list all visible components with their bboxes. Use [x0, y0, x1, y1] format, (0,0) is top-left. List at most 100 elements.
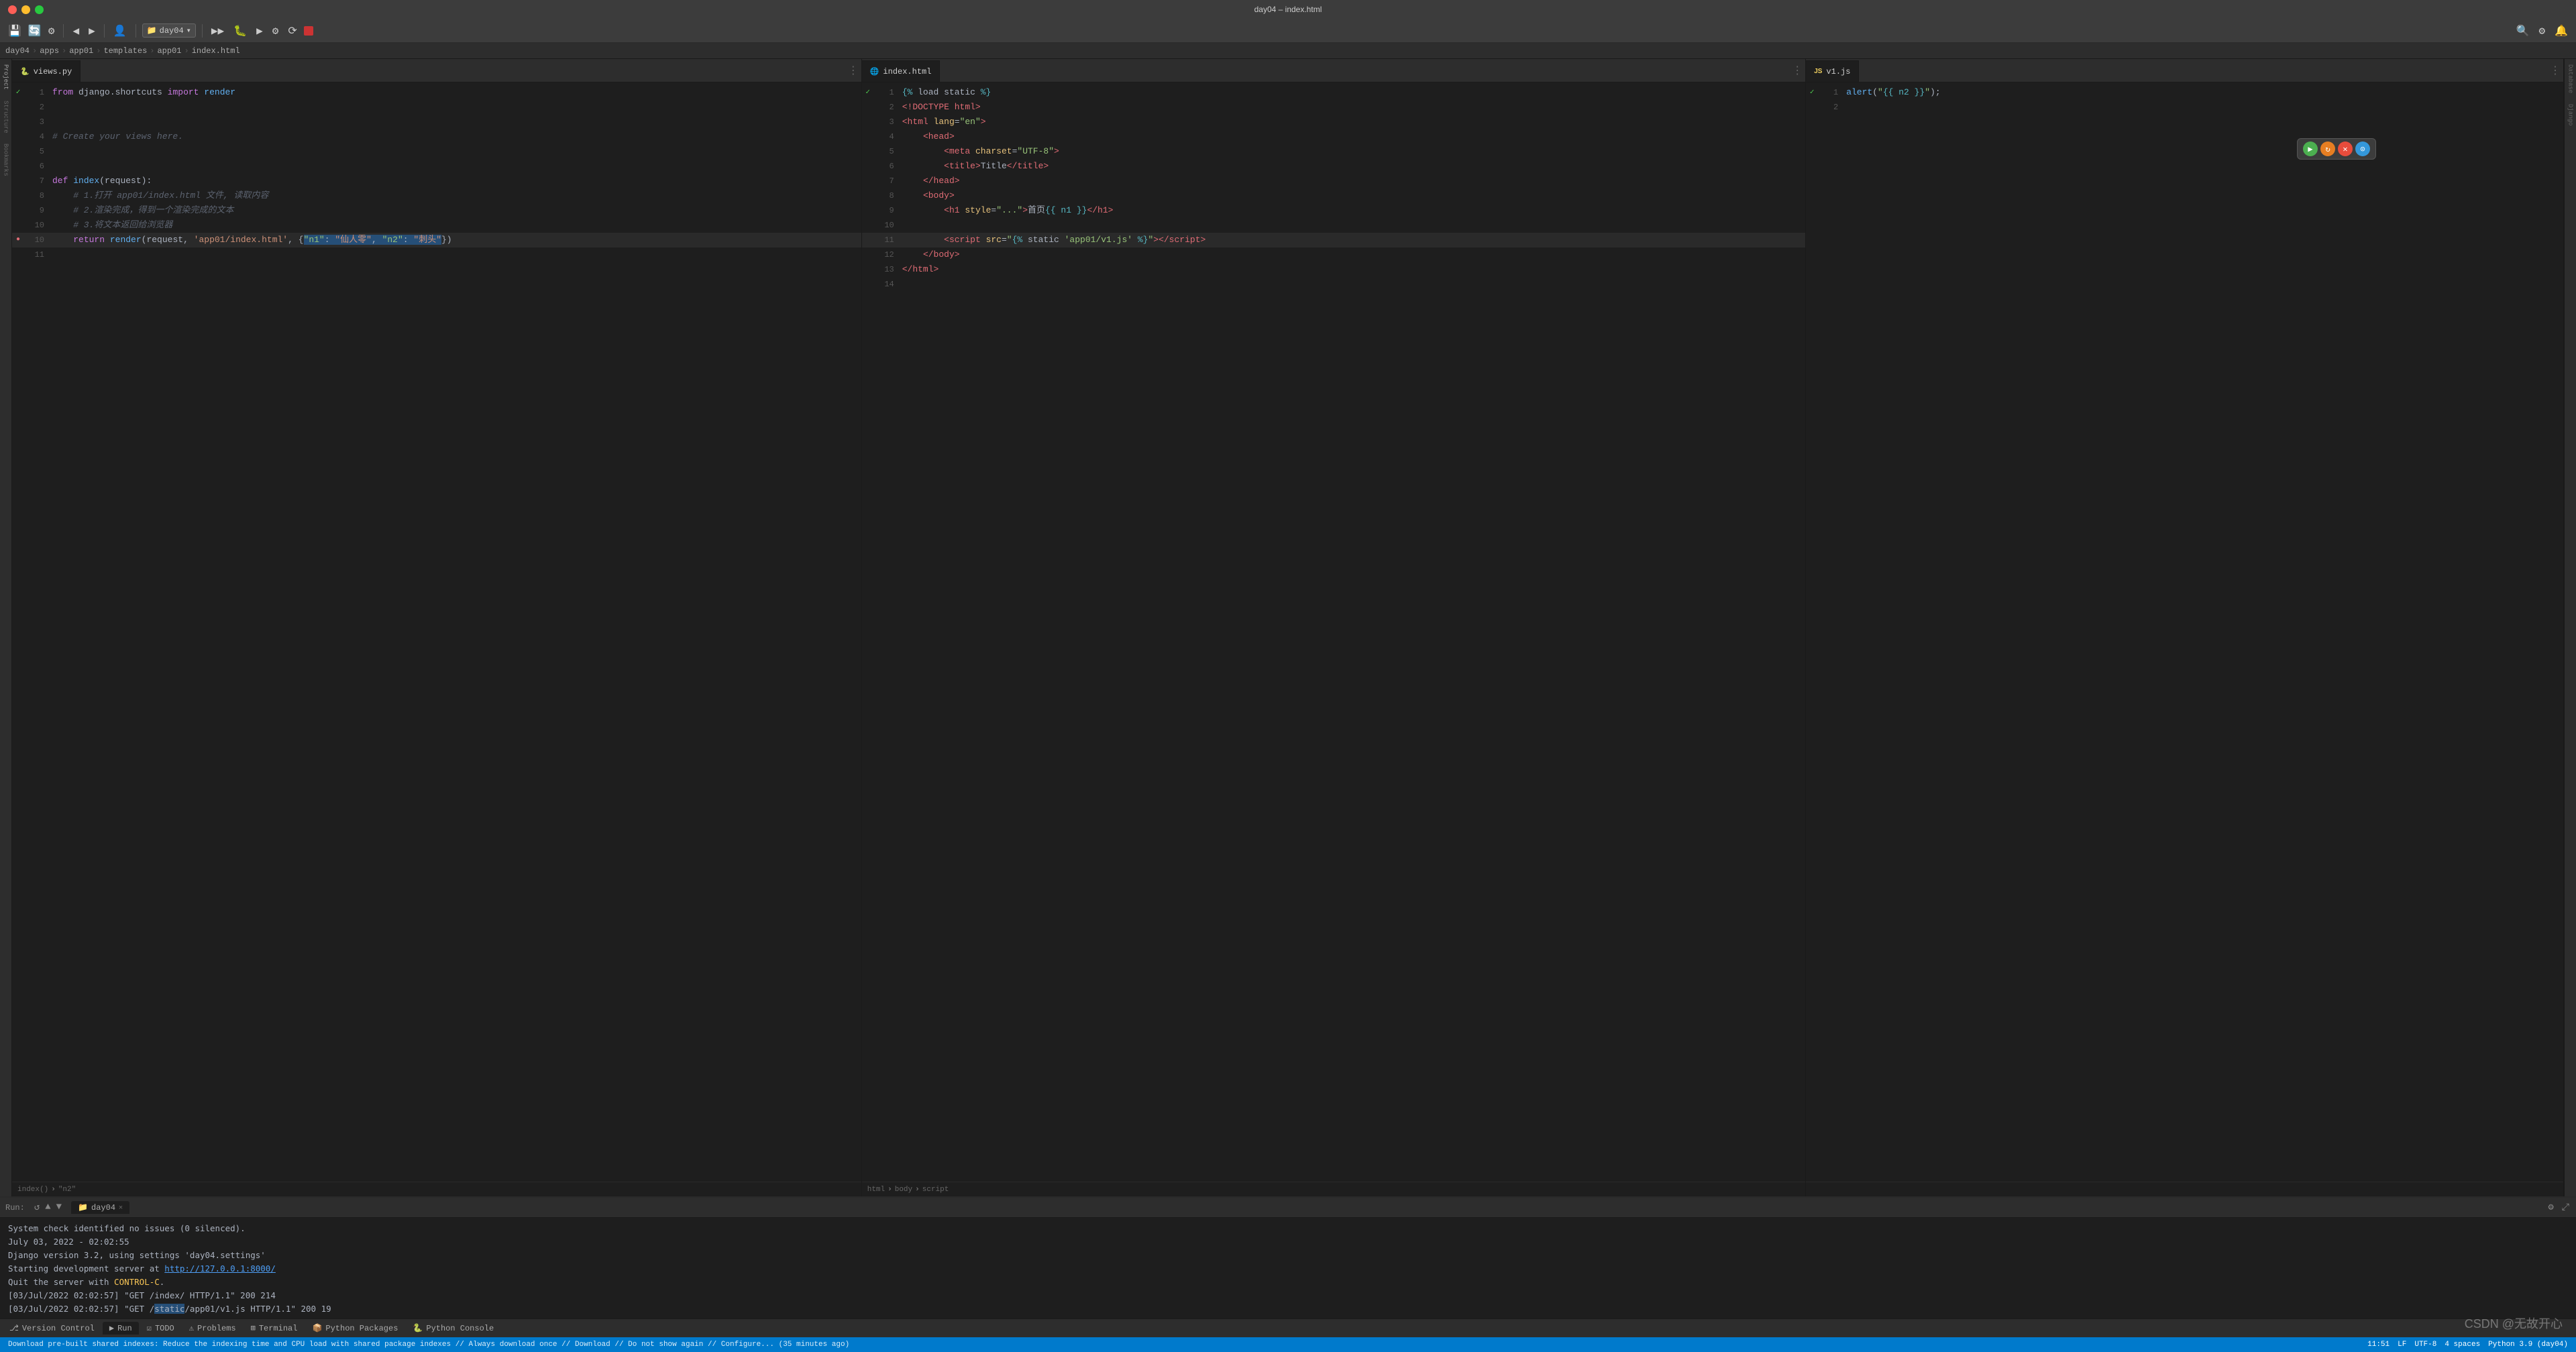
breadcrumb-app01-1[interactable]: app01	[69, 46, 93, 56]
debug-btn-green[interactable]: ▶	[2303, 142, 2318, 156]
search-button[interactable]: 🔍	[2514, 23, 2532, 39]
tab-options-index[interactable]: ⋮	[1792, 64, 1803, 77]
run-scroll-down[interactable]: ▼	[55, 1200, 63, 1215]
window-controls	[8, 5, 44, 14]
minimize-button[interactable]	[21, 5, 30, 14]
sidebar-bookmarks-icon[interactable]: Bookmarks	[1, 141, 11, 179]
toolbar-more-1[interactable]: ⚙	[270, 23, 282, 39]
tab-python-console[interactable]: 🐍 Python Console	[406, 1322, 500, 1335]
code-area-index[interactable]: ✓ 1 {% load static %} 2 <!DOCTYPE html> …	[862, 82, 1805, 1182]
breadcrumb-apps[interactable]: apps	[40, 46, 59, 56]
tab-todo[interactable]: ☑ TODO	[140, 1322, 181, 1335]
sidebar-structure-icon[interactable]: Structure	[1, 98, 11, 136]
stop-button[interactable]	[304, 26, 313, 36]
run-icon: ▶	[109, 1323, 114, 1333]
breadcrumb-sep-2: ›	[62, 46, 66, 56]
tab-python-packages[interactable]: 📦 Python Packages	[305, 1322, 405, 1335]
sidebar-project-icon[interactable]: Project	[1, 62, 11, 93]
run-tab-day04[interactable]: 📁 day04 ✕	[71, 1201, 129, 1214]
tab-options-v1[interactable]: ⋮	[2550, 64, 2561, 77]
run-restart-btn[interactable]: ↺	[33, 1200, 41, 1215]
settings-button[interactable]: ⚙	[2536, 23, 2548, 39]
bottom-tabs: ⎇ Version Control ▶ Run ☑ TODO ⚠ Problem…	[0, 1318, 2576, 1337]
debug-btn-red[interactable]: ✕	[2338, 142, 2353, 156]
breadcrumb-day04[interactable]: day04	[5, 46, 30, 56]
run-with-coverage[interactable]: ▶▶	[209, 23, 227, 39]
run-button[interactable]: ▶	[254, 23, 266, 39]
problems-label: Problems	[197, 1324, 236, 1333]
tab-version-control[interactable]: ⎇ Version Control	[3, 1322, 101, 1335]
linenum-2: 2	[24, 100, 52, 115]
sync-button[interactable]: 🔄	[25, 23, 44, 39]
sidebar-database-icon[interactable]: Database	[2566, 62, 2575, 96]
idx-line-14: 14	[862, 277, 1805, 292]
code-line-8: 8 # 1.打开 app01/index.html 文件, 读取内容	[12, 188, 861, 203]
debug-button[interactable]: 🐛	[231, 23, 250, 39]
status-script: script	[922, 1186, 949, 1194]
python-packages-label: Python Packages	[325, 1324, 398, 1333]
idx-content-4: <head>	[902, 129, 1805, 144]
idx-line-4: 4 <head>	[862, 129, 1805, 144]
code-line-1: ✓ 1 from django.shortcuts import render	[12, 85, 861, 100]
run-expand-btn[interactable]: ⤢	[2561, 1201, 2571, 1215]
toolbar-icon-3[interactable]: ⚙	[46, 23, 58, 39]
project-dropdown[interactable]: 📁 day04 ▾	[142, 23, 196, 38]
folder-icon: 📁	[147, 25, 157, 36]
linenum-7: 7	[24, 174, 52, 188]
status-right: 11:51 LF UTF-8 4 spaces Python 3.9 (day0…	[2367, 1341, 2568, 1349]
idx-line-5: 5 <meta charset="UTF-8">	[862, 144, 1805, 159]
idx-content-3: <html lang="en">	[902, 115, 1805, 129]
tab-index-html[interactable]: 🌐 index.html	[862, 60, 941, 82]
user-icon[interactable]: 👤	[111, 23, 129, 39]
status-fn: index()	[17, 1186, 48, 1194]
breadcrumb-templates[interactable]: templates	[103, 46, 147, 56]
breadcrumb-app01-2[interactable]: app01	[157, 46, 181, 56]
code-area-v1[interactable]: ✓ 1 alert("{{ n2 }}"); 2	[1806, 82, 2563, 1182]
idx-line-12: 12 </body>	[862, 247, 1805, 262]
toolbar-more-2[interactable]: ⟳	[285, 23, 299, 39]
breadcrumb-sep-5: ›	[184, 46, 189, 56]
tab-options-views[interactable]: ⋮	[848, 64, 859, 77]
idx-line-10: 10	[862, 218, 1805, 233]
breadcrumb-index-html[interactable]: index.html	[192, 46, 240, 56]
save-all-button[interactable]: 💾	[5, 23, 24, 39]
linecontent-9: # 2.渲染完成，得到一个渲染完成的文本	[52, 203, 861, 218]
linenum-9: 9	[24, 203, 52, 218]
run-scroll-up[interactable]: ▲	[44, 1200, 52, 1215]
run-settings-btn[interactable]: ⚙	[2546, 1200, 2555, 1215]
status-arrow-1: ›	[51, 1186, 56, 1194]
idx-line-3: 3 <html lang="en">	[862, 115, 1805, 129]
code-area-views[interactable]: ✓ 1 from django.shortcuts import render …	[12, 82, 861, 1182]
server-link[interactable]: http://127.0.0.1:8000/	[164, 1263, 276, 1274]
run-tab-close[interactable]: ✕	[119, 1204, 123, 1212]
sidebar-django-icon[interactable]: Django	[2566, 101, 2575, 128]
static-highlight: static	[154, 1304, 184, 1314]
debug-btn-orange[interactable]: ↻	[2320, 142, 2335, 156]
title-bar: day04 – index.html	[0, 0, 2576, 19]
tab-terminal[interactable]: ⊞ Terminal	[244, 1322, 305, 1335]
maximize-button[interactable]	[35, 5, 44, 14]
back-button[interactable]: ◀	[70, 23, 82, 39]
tab-problems[interactable]: ⚠ Problems	[182, 1322, 243, 1335]
debug-btn-blue[interactable]: ⊙	[2355, 142, 2370, 156]
idx-line-6: 6 <title>Title</title>	[862, 159, 1805, 174]
update-button[interactable]: 🔔	[2552, 23, 2571, 39]
tab-index-filename: index.html	[883, 67, 931, 76]
output-line-2: July 03, 2022 - 02:02:55	[8, 1235, 2568, 1249]
status-indent: 4 spaces	[2445, 1341, 2480, 1349]
idx-gutter-1: ✓	[862, 85, 874, 100]
editors-container: 🐍 views.py ⋮ ✓ 1 from django.shortcuts i…	[12, 59, 2564, 1196]
terminal-label: Terminal	[259, 1324, 298, 1333]
editor-status-v1	[1806, 1182, 2563, 1196]
check-icon-1: ✓	[16, 85, 21, 100]
forward-button[interactable]: ▶	[86, 23, 98, 39]
tab-v1-js[interactable]: JS v1.js	[1806, 60, 1859, 82]
tab-run[interactable]: ▶ Run	[103, 1322, 139, 1335]
tab-views-py[interactable]: 🐍 views.py	[12, 60, 80, 82]
idx-content-2: <!DOCTYPE html>	[902, 100, 1805, 115]
close-button[interactable]	[8, 5, 17, 14]
ctrl-c-text: CONTROL-C	[114, 1277, 160, 1287]
terminal-output[interactable]: System check identified no issues (0 sil…	[0, 1218, 2576, 1318]
breakpoint-icon[interactable]: ●	[16, 233, 20, 247]
linenum-11: 10	[24, 233, 52, 247]
